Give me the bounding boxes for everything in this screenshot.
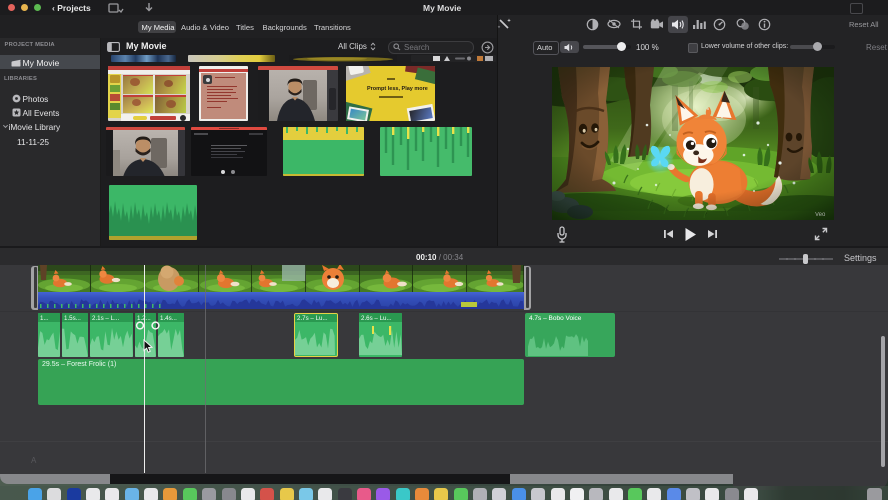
svg-text:Veo: Veo xyxy=(815,212,826,218)
